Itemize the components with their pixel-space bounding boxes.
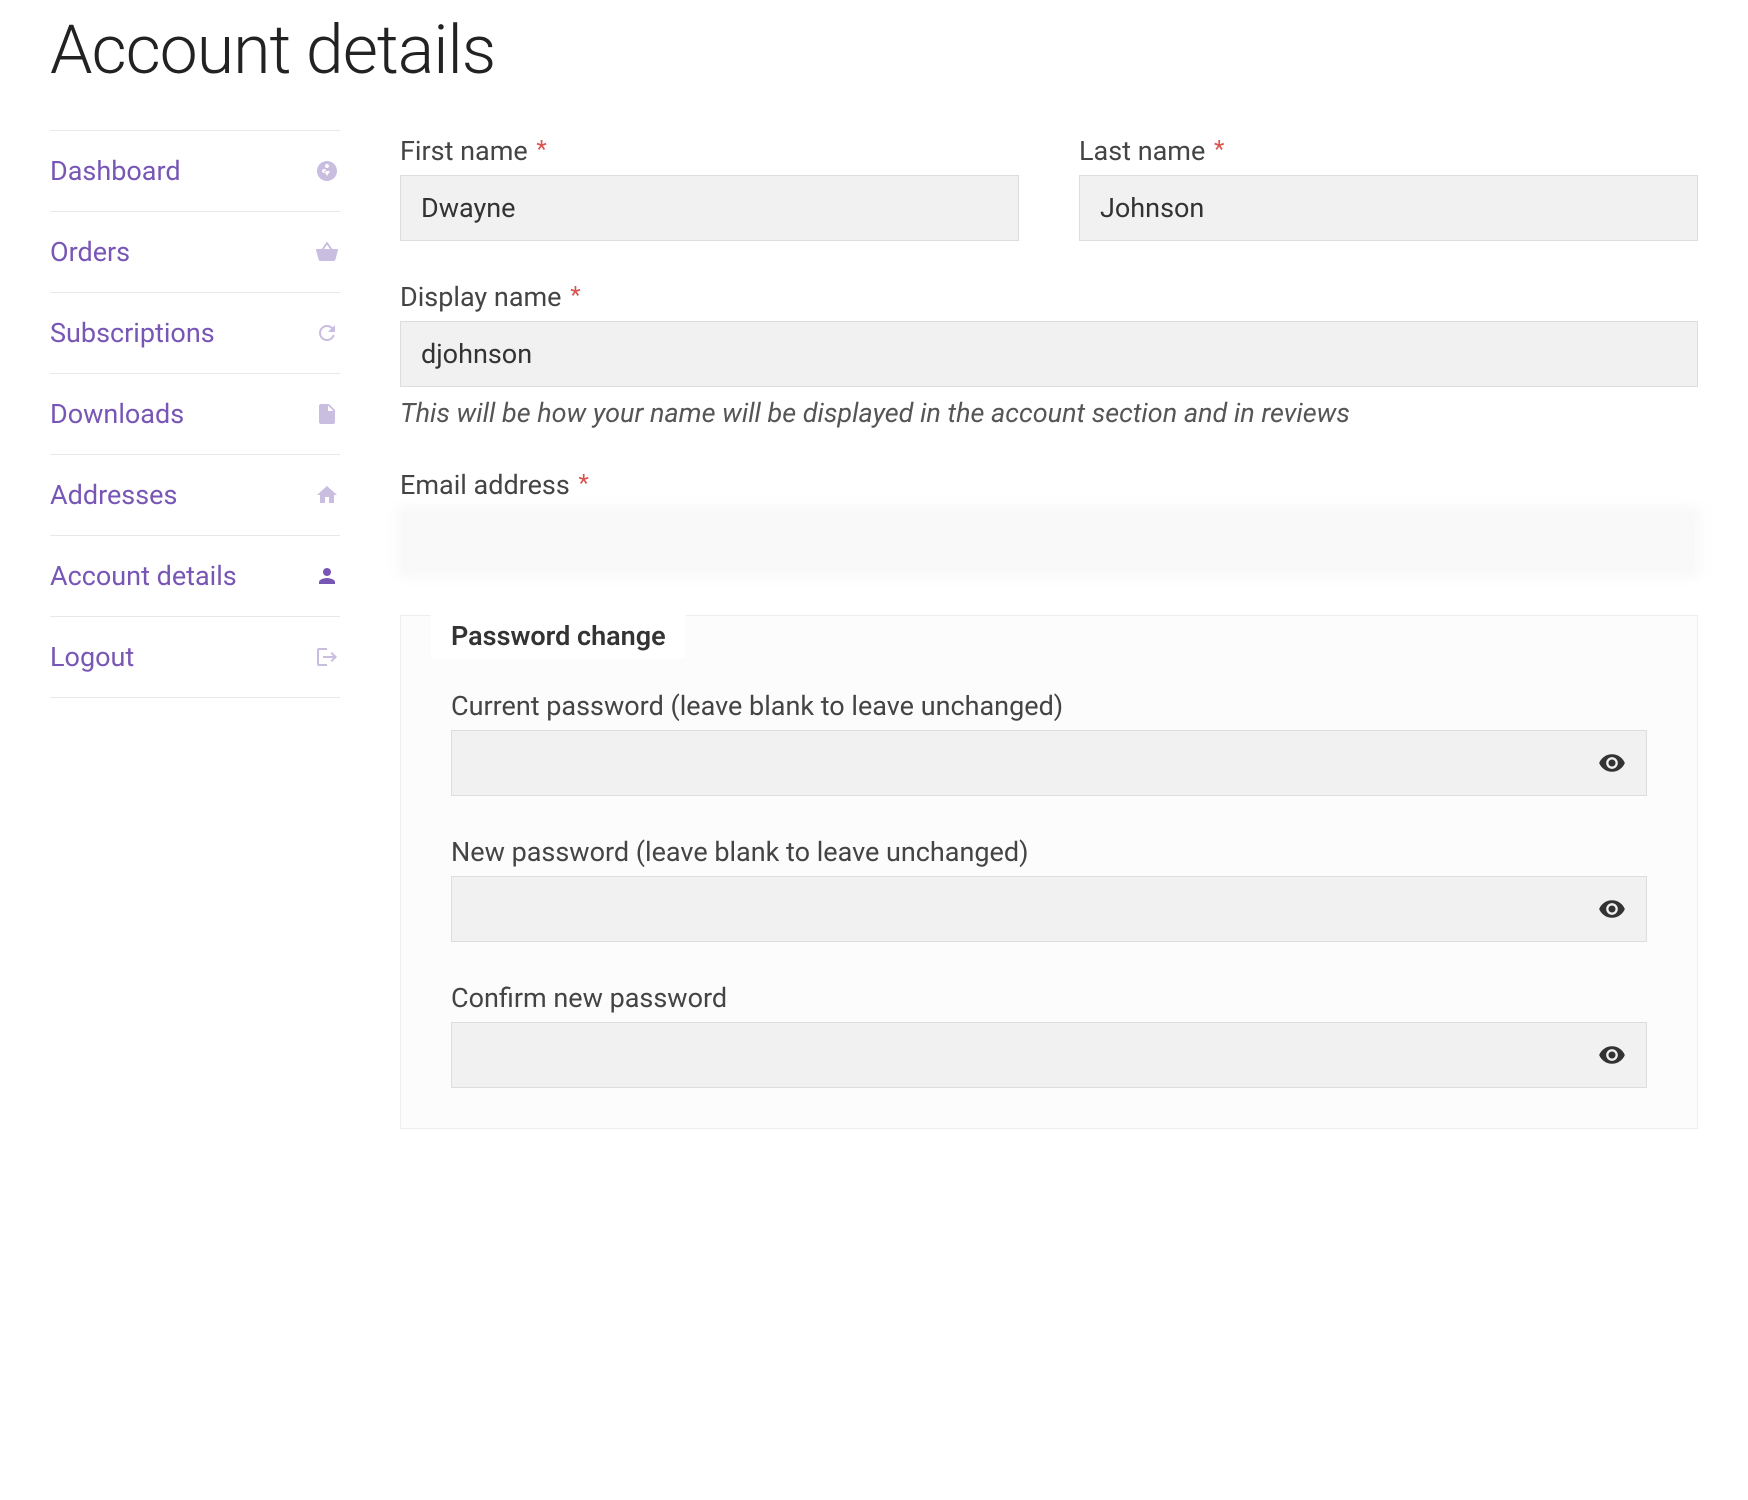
new-password-input[interactable] [451,876,1647,942]
sidebar-item-dashboard[interactable]: Dashboard [50,130,340,211]
display-name-label: Display name * [400,281,1698,313]
email-field-group: Email address * [400,469,1698,575]
sidebar-item-logout[interactable]: Logout [50,616,340,698]
sidebar-item-label: Logout [50,641,134,673]
new-password-field-group: New password (leave blank to leave uncha… [451,836,1647,942]
last-name-field-group: Last name * [1079,135,1698,241]
home-icon [314,482,340,508]
password-section-legend: Password change [431,614,686,658]
confirm-password-field-group: Confirm new password [451,982,1647,1088]
sidebar-item-orders[interactable]: Orders [50,211,340,292]
label-text: Display name [400,281,562,313]
sidebar-item-account-details[interactable]: Account details [50,535,340,616]
confirm-password-label: Confirm new password [451,982,1647,1014]
sidebar-nav: Dashboard Orders Subscriptions Downloads… [50,130,340,1129]
display-name-help-text: This will be how your name will be displ… [400,397,1698,429]
current-password-field-group: Current password (leave blank to leave u… [451,690,1647,796]
sidebar-item-label: Account details [50,560,237,592]
refresh-icon [314,320,340,346]
first-name-input[interactable] [400,175,1019,241]
last-name-input[interactable] [1079,175,1698,241]
label-text: First name [400,135,528,167]
eye-icon[interactable] [1597,748,1627,778]
required-marker: * [570,281,580,309]
first-name-field-group: First name * [400,135,1019,241]
last-name-label: Last name * [1079,135,1698,167]
current-password-input[interactable] [451,730,1647,796]
user-icon [314,563,340,589]
required-marker: * [1214,135,1224,163]
email-input[interactable] [400,509,1698,575]
eye-icon[interactable] [1597,1040,1627,1070]
first-name-label: First name * [400,135,1019,167]
sidebar-item-label: Downloads [50,398,184,430]
sidebar-item-addresses[interactable]: Addresses [50,454,340,535]
sidebar-item-label: Dashboard [50,155,181,187]
new-password-label: New password (leave blank to leave uncha… [451,836,1647,868]
sidebar-item-label: Subscriptions [50,317,215,349]
confirm-password-input[interactable] [451,1022,1647,1088]
basket-icon [314,239,340,265]
display-name-input[interactable] [400,321,1698,387]
email-label: Email address * [400,469,1698,501]
required-marker: * [536,135,546,163]
label-text: Email address [400,469,570,501]
signout-icon [314,644,340,670]
dashboard-icon [314,158,340,184]
sidebar-item-label: Addresses [50,479,177,511]
eye-icon[interactable] [1597,894,1627,924]
label-text: Last name [1079,135,1205,167]
sidebar-item-downloads[interactable]: Downloads [50,373,340,454]
sidebar-item-subscriptions[interactable]: Subscriptions [50,292,340,373]
current-password-label: Current password (leave blank to leave u… [451,690,1647,722]
main-content: First name * Last name * Display name * [400,130,1698,1129]
password-change-section: Password change Current password (leave … [400,615,1698,1129]
file-icon [314,401,340,427]
required-marker: * [578,469,588,497]
sidebar-item-label: Orders [50,236,130,268]
display-name-field-group: Display name * This will be how your nam… [400,281,1698,429]
page-title: Account details [50,10,1698,90]
